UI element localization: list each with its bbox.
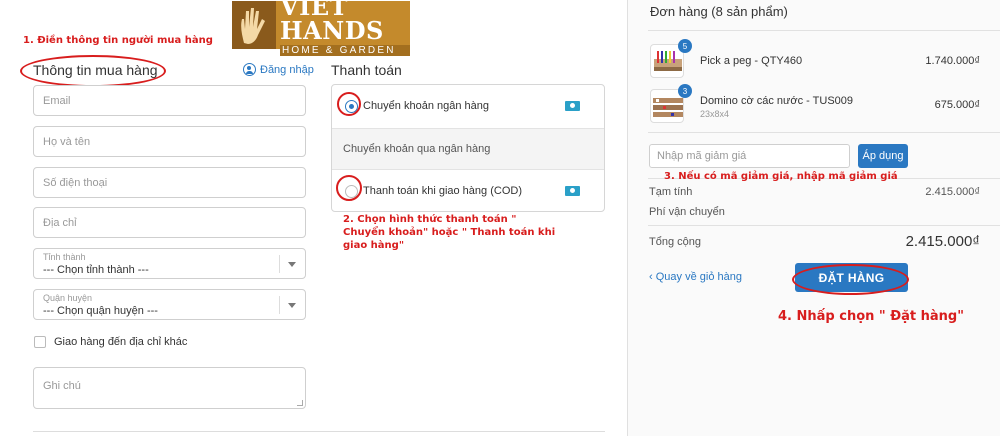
- logo-title: VIET HANDS: [280, 0, 384, 45]
- divider: [648, 225, 1000, 226]
- subtotal-label: Tạm tính: [649, 186, 693, 198]
- annotation-step-2: 2. Chọn hình thức thanh toán " Chuyển kh…: [343, 214, 556, 251]
- payment-methods: Chuyển khoản ngân hàng Chuyển khoản qua …: [331, 84, 605, 212]
- annotation-step-1: 1. Điền thông tin người mua hàng: [23, 35, 213, 46]
- address-field-wrapper: [33, 207, 306, 238]
- city-select[interactable]: Tỉnh thành --- Chọn tỉnh thành ---: [33, 248, 306, 279]
- quantity-badge: 5: [678, 39, 692, 53]
- bank-option-label: Chuyển khoản ngân hàng: [363, 100, 489, 112]
- logo-subtitle: HOME & GARDEN: [280, 44, 410, 56]
- shipping-label: Phí vận chuyển: [649, 206, 725, 218]
- email-field[interactable]: [43, 94, 305, 107]
- chevron-down-icon: [288, 262, 296, 267]
- name-field[interactable]: [43, 135, 305, 148]
- site-logo[interactable]: VIET HANDS HOME & GARDEN: [232, 0, 410, 56]
- ship-other-address-checkbox[interactable]: [34, 336, 46, 348]
- back-to-cart-label: Quay về giỏ hàng: [655, 271, 742, 283]
- login-label: Đăng nhập: [260, 63, 314, 76]
- product-variant: 23x8x4: [700, 109, 730, 119]
- back-to-cart-link[interactable]: ‹ Quay về giỏ hàng: [649, 271, 742, 283]
- payment-option-cod[interactable]: Thanh toán khi giao hàng (COD): [332, 170, 604, 211]
- select-divider: [279, 296, 280, 314]
- discount-field-wrapper: [649, 144, 850, 168]
- user-icon: [243, 63, 256, 76]
- money-icon: [565, 101, 580, 111]
- district-select-value: --- Chọn quận huyện ---: [43, 305, 158, 317]
- subtotal-value: 2.415.000₫: [925, 186, 980, 198]
- district-select[interactable]: Quận huyện --- Chọn quận huyện ---: [33, 289, 306, 320]
- order-summary: Đơn hàng (8 sản phẩm) 5 Pick a peg - QTY…: [627, 0, 1000, 436]
- bank-description: Chuyển khoản qua ngân hàng: [343, 143, 491, 155]
- chevron-left-icon: ‹: [649, 271, 653, 283]
- ship-other-address-row[interactable]: Giao hàng đến địa chỉ khác: [34, 336, 187, 348]
- phone-field-wrapper: [33, 167, 306, 198]
- highlight-ring-order-button: [792, 264, 909, 295]
- email-field-wrapper: [33, 85, 306, 116]
- annotation-step-4: 4. Nhấp chọn " Đặt hàng": [778, 309, 964, 324]
- divider: [648, 30, 1000, 31]
- product-name: Domino cờ các nước - TUS009: [700, 95, 854, 107]
- note-field[interactable]: [34, 368, 305, 408]
- address-field[interactable]: [43, 216, 305, 229]
- bank-description-row: Chuyển khoản qua ngân hàng: [332, 128, 604, 170]
- annotation-step-3: 3. Nếu có mã giảm giá, nhập mã giảm giá: [664, 171, 898, 182]
- divider: [648, 132, 1000, 133]
- money-icon: [565, 186, 580, 196]
- city-select-value: --- Chọn tỉnh thành ---: [43, 264, 149, 276]
- total-label: Tổng cộng: [649, 236, 701, 248]
- select-divider: [279, 255, 280, 273]
- payment-option-bank[interactable]: Chuyển khoản ngân hàng: [332, 85, 604, 127]
- total-value: 2.415.000₫: [905, 233, 980, 250]
- apply-discount-button[interactable]: Áp dụng: [858, 144, 908, 168]
- note-field-wrapper: [33, 367, 306, 409]
- name-field-wrapper: [33, 126, 306, 157]
- quantity-badge: 3: [678, 84, 692, 98]
- order-title: Đơn hàng (8 sản phẩm): [650, 4, 788, 19]
- login-link[interactable]: Đăng nhập: [243, 63, 314, 76]
- highlight-ring-buyer-title: [20, 55, 166, 87]
- city-select-label: Tỉnh thành: [43, 252, 86, 262]
- resize-handle[interactable]: [297, 400, 303, 406]
- discount-code-field[interactable]: [657, 150, 849, 162]
- hand-logo-icon: [232, 1, 276, 49]
- product-name: Pick a peg - QTY460: [700, 55, 803, 67]
- payment-title: Thanh toán: [331, 62, 402, 78]
- phone-field[interactable]: [43, 176, 305, 189]
- cod-option-label: Thanh toán khi giao hàng (COD): [363, 185, 522, 197]
- ship-other-address-label: Giao hàng đến địa chỉ khác: [54, 336, 188, 348]
- product-price: 675.000₫: [934, 99, 980, 111]
- product-price: 1.740.000₫: [925, 55, 980, 67]
- highlight-ring-bank-radio: [337, 92, 361, 116]
- divider: [33, 431, 605, 432]
- chevron-down-icon: [288, 303, 296, 308]
- district-select-label: Quận huyện: [43, 293, 93, 303]
- highlight-ring-cod-radio: [336, 175, 362, 201]
